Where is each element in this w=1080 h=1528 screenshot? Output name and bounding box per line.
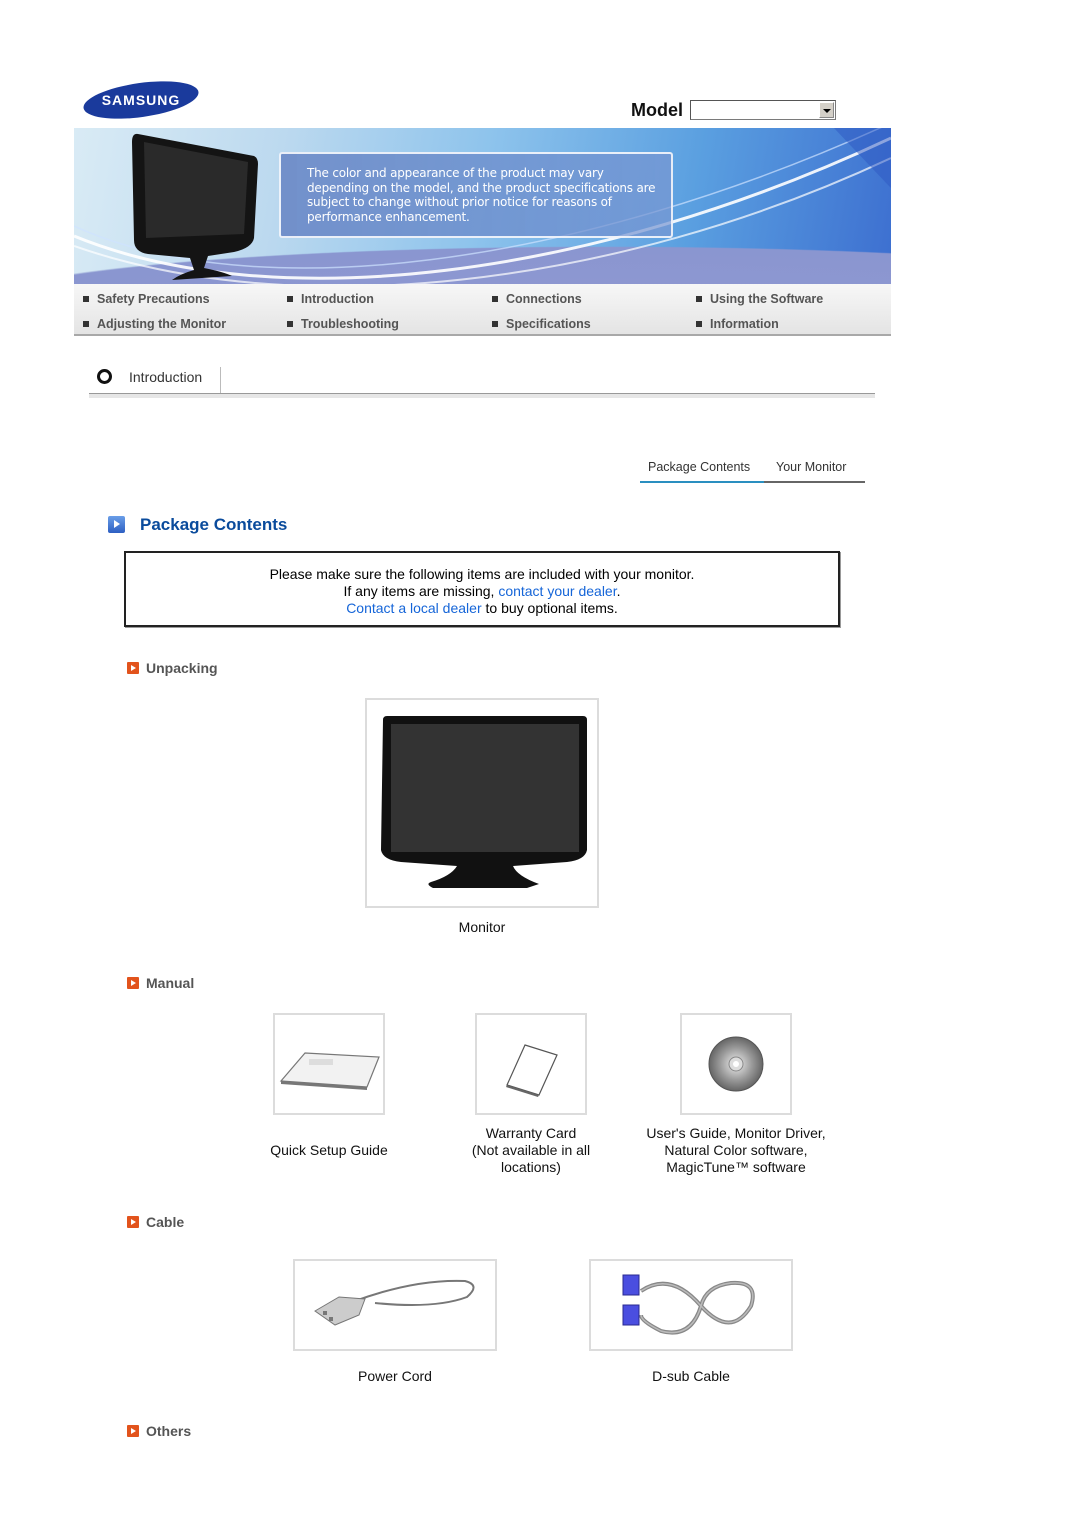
- samsung-logo[interactable]: SAMSUNG: [82, 80, 200, 120]
- cd-image: [680, 1013, 792, 1115]
- caption-warranty-card: Warranty Card (Not available in all loca…: [471, 1125, 591, 1175]
- banner: The color and appearance of the product …: [74, 128, 891, 284]
- model-select[interactable]: [690, 100, 836, 120]
- bullet-icon: [696, 321, 702, 327]
- caption-dsub-cable: D-sub Cable: [652, 1368, 730, 1384]
- category-manual: Manual: [127, 975, 194, 991]
- main-nav: Safety Precautions Introduction Connecti…: [74, 284, 891, 336]
- contact-local-dealer-link[interactable]: Contact a local dealer: [346, 600, 481, 616]
- bullet-icon: [492, 296, 498, 302]
- nav-item-specifications[interactable]: Specifications: [492, 317, 591, 331]
- power-cord-image: [293, 1259, 497, 1351]
- contact-your-dealer-link[interactable]: contact your dealer: [498, 583, 616, 599]
- orange-play-icon: [127, 977, 139, 989]
- nav-item-connections[interactable]: Connections: [492, 292, 582, 306]
- chevron-down-icon[interactable]: [819, 102, 834, 118]
- bullet-icon: [287, 321, 293, 327]
- info-line-1: Please make sure the following items are…: [269, 566, 695, 582]
- tab-package-contents[interactable]: Package Contents: [648, 460, 750, 474]
- brand-text: SAMSUNG: [102, 92, 181, 108]
- tab-active-indicator: [640, 481, 764, 483]
- category-unpacking: Unpacking: [127, 660, 218, 676]
- page-title: Package Contents: [140, 515, 288, 534]
- circle-icon: [97, 369, 112, 384]
- nav-item-troubleshooting[interactable]: Troubleshooting: [287, 317, 399, 331]
- bullet-icon: [83, 296, 89, 302]
- bullet-icon: [696, 296, 702, 302]
- caption-cd: User's Guide, Monitor Driver, Natural Co…: [646, 1125, 826, 1175]
- nav-item-introduction[interactable]: Introduction: [287, 292, 374, 306]
- power-cord-icon: [314, 1279, 475, 1326]
- section-separator: [220, 367, 221, 393]
- bullet-icon: [287, 296, 293, 302]
- notice-box: The color and appearance of the product …: [279, 152, 673, 238]
- model-label: Model: [631, 100, 683, 120]
- play-icon: [108, 516, 125, 533]
- section-title: Introduction: [129, 369, 203, 385]
- tab-underline: [764, 481, 865, 483]
- caption-quick-setup-guide: Quick Setup Guide: [270, 1142, 388, 1158]
- orange-play-icon: [127, 662, 139, 674]
- bullet-icon: [492, 321, 498, 327]
- tab-your-monitor[interactable]: Your Monitor: [776, 460, 846, 474]
- nav-item-adjusting-the-monitor[interactable]: Adjusting the Monitor: [83, 317, 226, 331]
- notice-text: The color and appearance of the product …: [307, 166, 656, 224]
- info-line-3: Contact a local dealer to buy optional i…: [346, 600, 618, 616]
- info-line-2: If any items are missing, contact your d…: [343, 583, 621, 599]
- nav-item-information[interactable]: Information: [696, 317, 779, 331]
- orange-play-icon: [127, 1425, 139, 1437]
- warranty-card-image: [475, 1013, 587, 1115]
- nav-item-safety-precautions[interactable]: Safety Precautions: [83, 292, 210, 306]
- monitor-image: [365, 698, 599, 908]
- category-others: Others: [127, 1423, 191, 1439]
- dsub-cable-image: [589, 1259, 793, 1351]
- info-box: Please make sure the following items are…: [124, 551, 840, 627]
- caption-power-cord: Power Cord: [358, 1368, 432, 1384]
- orange-play-icon: [127, 1216, 139, 1228]
- monitor-icon: [381, 716, 587, 888]
- monitor-silhouette-icon: [132, 133, 258, 280]
- cd-icon: [708, 1036, 764, 1092]
- booklet-icon: [279, 1052, 380, 1090]
- quick-setup-guide-image: [273, 1013, 385, 1115]
- bullet-icon: [83, 321, 89, 327]
- dsub-cable-icon: [622, 1274, 755, 1335]
- category-cable: Cable: [127, 1214, 184, 1230]
- card-icon: [506, 1044, 558, 1097]
- nav-item-using-the-software[interactable]: Using the Software: [696, 292, 823, 306]
- caption-monitor: Monitor: [458, 919, 506, 935]
- section-divider: [89, 393, 875, 398]
